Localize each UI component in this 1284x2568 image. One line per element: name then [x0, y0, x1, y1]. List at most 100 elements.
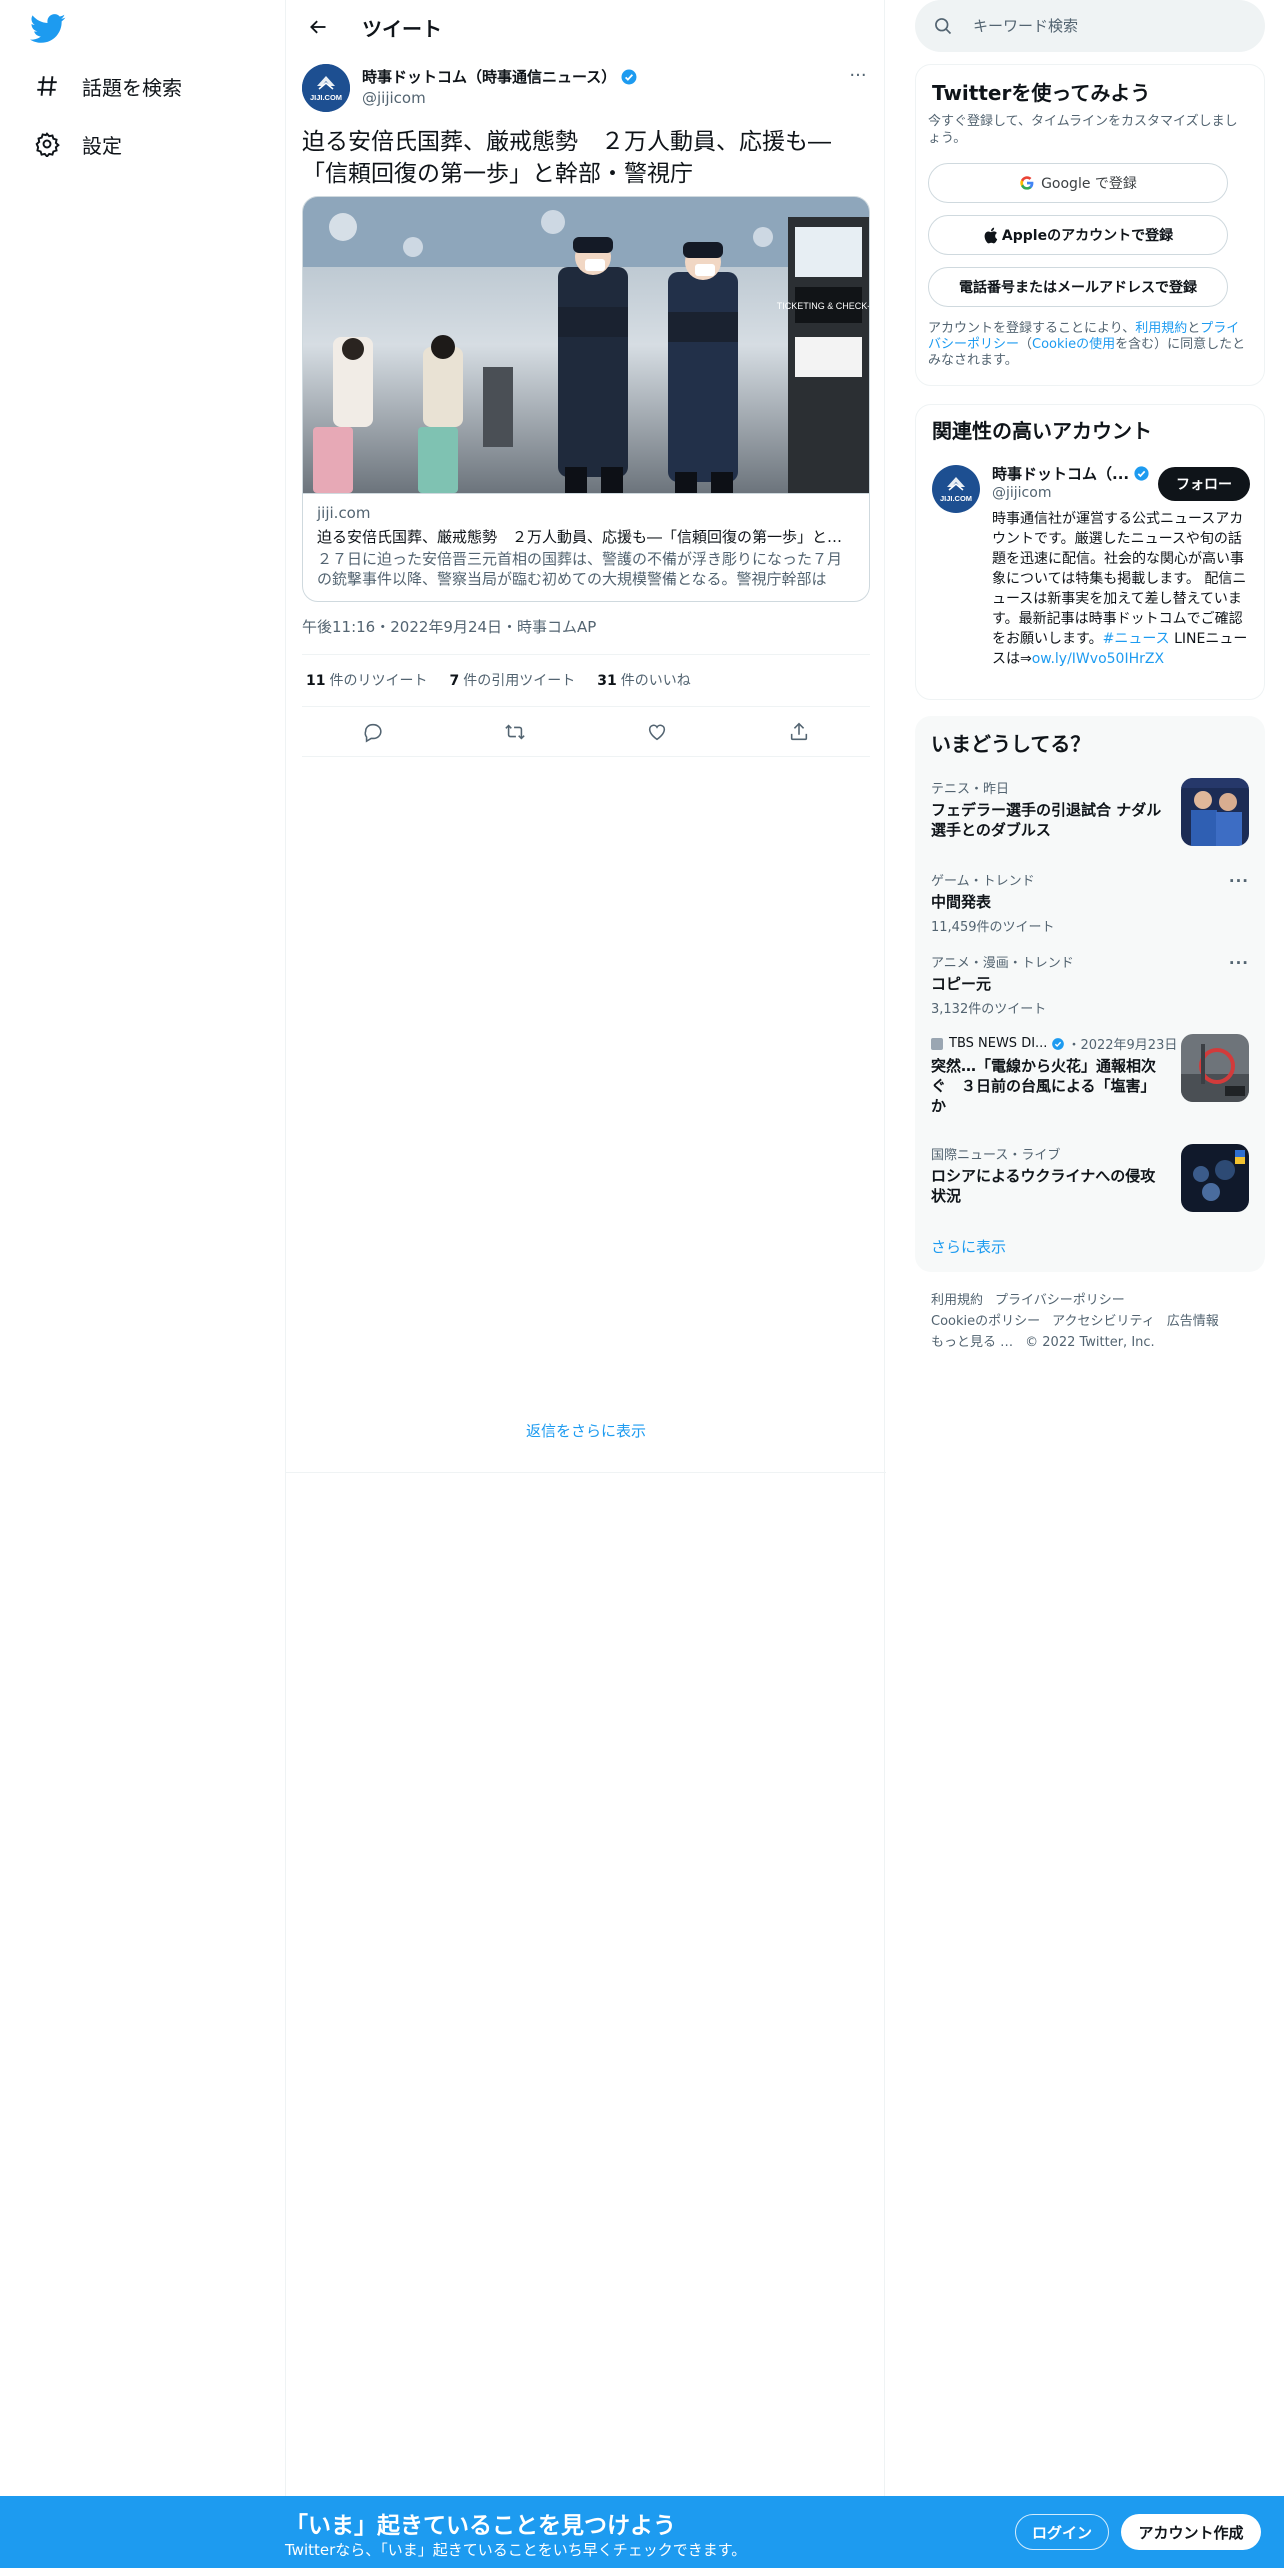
more-options-icon[interactable]: ··· — [1229, 954, 1249, 972]
tweet-stats: 11 件のリツイート 7 件の引用ツイート 31 件のいいね — [306, 670, 691, 690]
signup-button[interactable]: アカウント作成 — [1121, 2514, 1261, 2550]
hashtag-icon — [32, 71, 62, 101]
signup-panel: Twitterを使ってみよう 今すぐ登録して、タイムラインをカスタマイズしましょ… — [915, 64, 1265, 386]
trend-item[interactable]: 国際ニュース・ライブ ロシアによるウクライナへの侵攻状況 — [931, 1144, 1249, 1214]
nav-item-label: 設定 — [82, 133, 122, 158]
stat-label: 件のいいね — [620, 673, 691, 689]
divider — [302, 654, 870, 655]
google-icon — [1019, 175, 1035, 191]
footer-link-cookie[interactable]: Cookieのポリシー — [931, 1314, 1040, 1329]
stat-count: 31 — [597, 673, 617, 689]
trend-title: フェデラー選手の引退試合 ナダル選手とのダブルス — [931, 801, 1162, 839]
verified-badge-icon — [1133, 465, 1150, 482]
trend-item[interactable]: アニメ・漫画・トレンド コピー元 3,132件のツイート ··· — [931, 952, 1249, 1017]
bio-url-link[interactable]: ow.ly/IWvo50IHrZX — [1032, 651, 1164, 667]
nav-item-settings[interactable]: 設定 — [32, 124, 122, 164]
page-title: ツイート — [362, 16, 442, 41]
svg-text:JIJI.COM: JIJI.COM — [940, 494, 972, 503]
google-signup-label: Google で登録 — [1041, 176, 1137, 192]
reply-icon[interactable] — [355, 714, 391, 750]
bottom-bar-subtitle: Twitterなら、「いま」起きていることをいち早くチェックできます。 — [285, 2541, 747, 2559]
card-description: ２７日に迫った安倍晋三元首相の国葬は、警護の不備が浮き彫りになった７月の銃撃事件… — [317, 550, 843, 588]
trend-context: アニメ・漫画・トレンド — [931, 956, 1074, 971]
nav-item-explore[interactable]: 話題を検索 — [32, 66, 182, 106]
quote-count[interactable]: 7 件の引用ツイート — [449, 670, 575, 690]
apple-signup-button[interactable]: Appleのアカウントで登録 — [928, 215, 1228, 255]
trend-title: 中間発表 — [931, 893, 992, 911]
card-image-sign: TICKETING & CHECK-IN — [777, 301, 869, 311]
show-more-trends-link[interactable]: さらに表示 — [931, 1236, 1006, 1257]
author-name: 時事ドットコム（時事通信ニュース） — [362, 68, 617, 86]
news-source-icon — [931, 1037, 943, 1050]
stat-count: 7 — [449, 673, 460, 689]
footer-link-privacy[interactable]: プライバシーポリシー — [995, 1293, 1125, 1308]
terms-text: アカウントを登録することにより、 — [928, 321, 1136, 336]
account-handle[interactable]: @jijicom — [992, 485, 1051, 501]
account-name-row[interactable]: 時事ドットコム（... — [992, 463, 1150, 484]
bio-text: 時事通信社が運営する公式ニュースアカウントです。厳選したニュースや旬の話題を迅速… — [992, 511, 1247, 647]
trend-item[interactable]: テニス・昨日 フェデラー選手の引退試合 ナダル選手とのダブルス — [931, 778, 1249, 850]
sidebar-footer: 利用規約 プライバシーポリシー Cookieのポリシー アクセシビリティ 広告情報 も… — [931, 1290, 1261, 1353]
trend-thumbnail — [1181, 1034, 1249, 1102]
main-column: ツイート JIJI.COM 時事ドットコム（時事通信ニュース） @jijicom… — [285, 0, 886, 2496]
terms-text: （ — [1019, 337, 1033, 352]
gear-icon — [32, 129, 62, 159]
trend-tweet-count: 3,132件のツイート — [931, 1002, 1047, 1017]
show-more-replies-link[interactable]: 返信をさらに表示 — [286, 1420, 886, 1441]
signup-title: Twitterを使ってみよう — [932, 81, 1151, 105]
bio-hashtag-link[interactable]: #ニュース — [1103, 631, 1170, 647]
login-button[interactable]: ログイン — [1015, 2514, 1109, 2550]
twitter-logo-icon[interactable] — [30, 14, 66, 44]
phone-email-signup-label: 電話番号またはメールアドレスで登録 — [959, 280, 1197, 296]
svg-text:JIJI.COM: JIJI.COM — [310, 93, 342, 102]
search-box[interactable] — [915, 0, 1265, 52]
trends-panel: いまどうしてる？ テニス・昨日 フェデラー選手の引退試合 ナダル選手とのダブルス… — [915, 716, 1265, 1272]
stat-count: 11 — [306, 673, 326, 689]
author-name-row[interactable]: 時事ドットコム（時事通信ニュース） — [362, 66, 638, 87]
google-signup-button[interactable]: Google で登録 — [928, 163, 1228, 203]
card-title: 迫る安倍氏国葬、厳戒態勢 ２万人動員、応援も―「信頼回復の第一歩」と幹部・警視庁 — [317, 528, 855, 546]
footer-link-ads[interactable]: 広告情報 — [1167, 1314, 1219, 1329]
like-icon[interactable] — [639, 714, 675, 750]
footer-link-more[interactable]: もっと見る … — [931, 1335, 1013, 1350]
retweet-count[interactable]: 11 件のリツイート — [306, 670, 427, 690]
left-navigation: 話題を検索 設定 — [0, 0, 285, 2496]
tweet-meta[interactable]: 午後11:16・2022年9月24日・時事コムAP — [302, 616, 596, 637]
relevant-title: 関連性の高いアカウント — [932, 419, 1152, 443]
author-handle[interactable]: @jijicom — [362, 89, 426, 107]
back-arrow-icon[interactable] — [298, 7, 338, 47]
divider — [302, 756, 870, 757]
trends-title: いまどうしてる？ — [931, 732, 1091, 756]
phone-email-signup-button[interactable]: 電話番号またはメールアドレスで登録 — [928, 267, 1228, 307]
cookie-link[interactable]: Cookieの使用 — [1032, 337, 1115, 352]
avatar[interactable]: JIJI.COM — [932, 465, 980, 513]
terms-link[interactable]: 利用規約 — [1135, 321, 1187, 336]
retweet-icon[interactable] — [497, 714, 533, 750]
divider — [286, 1472, 886, 1473]
search-input[interactable] — [971, 16, 1251, 36]
share-icon[interactable] — [781, 714, 817, 750]
tweet-author: JIJI.COM 時事ドットコム（時事通信ニュース） @jijicom ··· — [302, 64, 870, 112]
account-name: 時事ドットコム（... — [992, 465, 1130, 483]
tweet-header: ツイート — [286, 0, 886, 54]
card-domain: jiji.com — [317, 504, 371, 522]
trend-thumbnail — [1181, 1144, 1249, 1212]
trend-title: ロシアによるウクライナへの侵攻状況 — [931, 1167, 1156, 1205]
signup-subtitle: 今すぐ登録して、タイムラインをカスタマイズしましょう。 — [928, 114, 1238, 146]
like-count[interactable]: 31 件のいいね — [597, 670, 690, 690]
divider — [302, 706, 870, 707]
avatar[interactable]: JIJI.COM — [302, 64, 350, 112]
apple-signup-label: Appleのアカウントで登録 — [1001, 228, 1174, 244]
more-options-icon[interactable]: ··· — [846, 67, 870, 92]
more-options-icon[interactable]: ··· — [1229, 872, 1249, 890]
footer-link-accessibility[interactable]: アクセシビリティ — [1052, 1314, 1155, 1329]
trend-item[interactable]: ゲーム・トレンド 中間発表 11,459件のツイート ··· — [931, 870, 1249, 935]
trend-item[interactable]: TBS NEWS DI... ・2022年9月23日 突然…「電線から火花」通報… — [931, 1034, 1249, 1126]
tweet-actions — [302, 714, 870, 750]
follow-button[interactable]: フォロー — [1158, 467, 1250, 501]
account-bio: 時事通信社が運営する公式ニュースアカウントです。厳選したニュースや旬の話題を迅速… — [992, 509, 1252, 669]
footer-link-terms[interactable]: 利用規約 — [931, 1293, 983, 1308]
trend-source: TBS NEWS DI... — [949, 1036, 1048, 1051]
trend-thumbnail — [1181, 778, 1249, 846]
link-card[interactable]: TICKETING & CHECK-IN jiji.com 迫る安倍氏国葬、厳戒… — [302, 196, 870, 602]
